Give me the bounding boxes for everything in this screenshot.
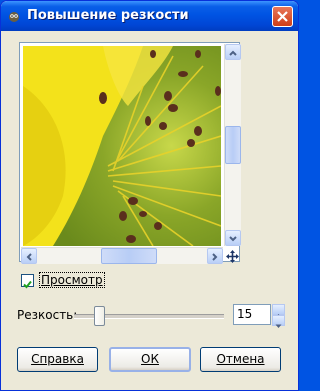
window-title: Повышение резкости	[27, 8, 189, 23]
sharpness-slider-thumb[interactable]	[94, 306, 105, 326]
chevron-down-icon	[229, 236, 237, 242]
vertical-scroll-thumb[interactable]	[225, 126, 241, 164]
checkmark-icon	[23, 280, 32, 289]
spin-down-button[interactable]	[272, 315, 285, 328]
preview-checkbox-label[interactable]: Просмотр	[39, 272, 105, 288]
scroll-down-button[interactable]	[225, 230, 241, 246]
preview-checkbox[interactable]	[21, 274, 34, 289]
scroll-left-button[interactable]	[21, 248, 37, 264]
preview-image	[23, 46, 221, 246]
navigate-icon[interactable]	[225, 249, 240, 264]
vertical-scrollbar[interactable]	[224, 44, 241, 246]
gimp-icon	[9, 12, 19, 22]
title-bar[interactable]: Повышение резкости	[1, 1, 298, 31]
ok-button[interactable]: ОК	[109, 347, 191, 372]
dialog-body: Просмотр Резкость: 15 Справка ОК Отмена	[4, 31, 295, 389]
chevron-left-icon	[26, 253, 32, 261]
spin-up-button[interactable]	[272, 304, 285, 318]
scroll-right-button[interactable]	[207, 248, 223, 264]
help-button[interactable]: Справка	[17, 347, 98, 372]
scroll-up-button[interactable]	[225, 44, 241, 60]
cancel-button[interactable]: Отмена	[200, 347, 281, 372]
horizontal-scroll-thumb[interactable]	[101, 248, 157, 264]
horizontal-scrollbar[interactable]	[21, 247, 223, 264]
sharpness-value-input[interactable]: 15	[233, 304, 271, 325]
spin-down-icon	[275, 324, 282, 328]
chevron-right-icon	[212, 253, 218, 261]
preview-area[interactable]	[19, 42, 240, 262]
close-icon	[277, 11, 288, 22]
sharpen-dialog: Повышение резкости Просмотр Резкость: 15…	[0, 0, 299, 391]
chevron-up-icon	[229, 50, 237, 56]
close-button[interactable]	[272, 6, 293, 27]
sharpness-label: Резкость:	[17, 308, 78, 322]
